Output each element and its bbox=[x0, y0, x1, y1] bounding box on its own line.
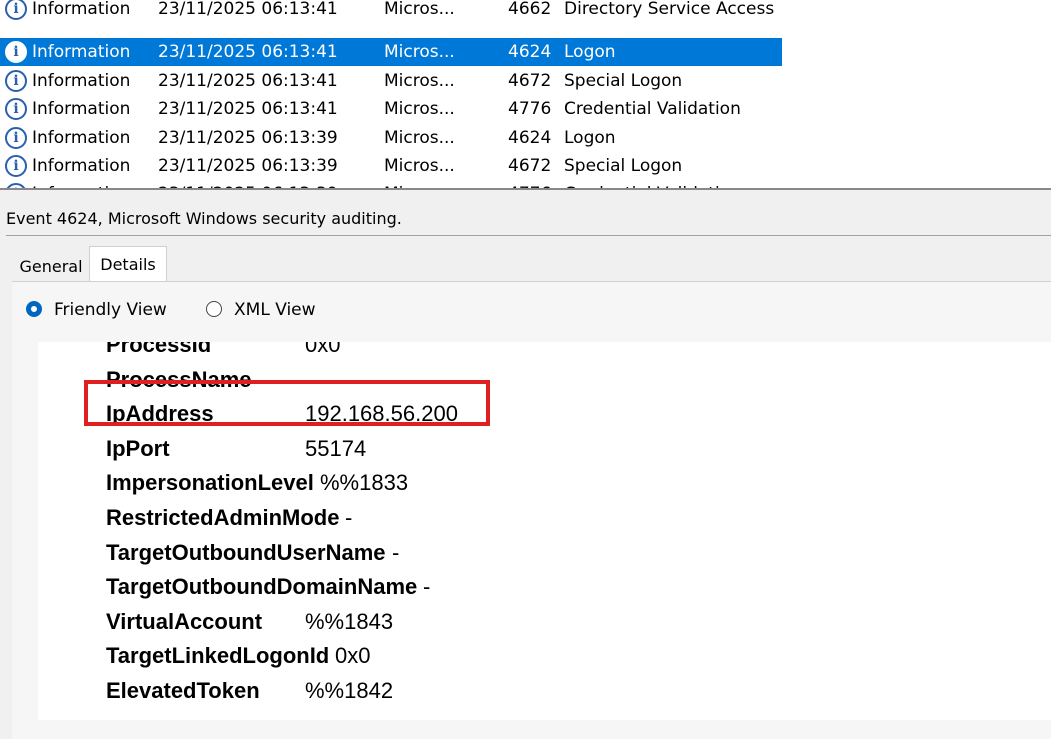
event-details-title: Event 4624, Microsoft Windows security a… bbox=[6, 209, 402, 228]
event-field-row: RestrictedAdminMode - bbox=[106, 503, 352, 534]
field-name: IpPort bbox=[106, 435, 170, 461]
information-icon: i bbox=[5, 155, 27, 177]
event-row[interactable]: i Information 23/11/2025 06:13:41 Micros...… bbox=[0, 0, 782, 23]
event-level: Information bbox=[32, 128, 131, 148]
event-field-row: TargetOutboundUserName - bbox=[106, 538, 399, 569]
event-level: Information bbox=[32, 71, 131, 91]
event-source: Micros... bbox=[384, 99, 455, 119]
field-name: ProcessId bbox=[106, 342, 212, 357]
field-value: - bbox=[345, 505, 353, 530]
radio-selected-icon bbox=[26, 301, 42, 317]
event-date: 23/11/2025 06:13:39 bbox=[158, 128, 338, 148]
tab-details[interactable]: Details bbox=[89, 246, 167, 283]
information-icon: i bbox=[5, 98, 27, 120]
event-source: Micros... bbox=[384, 128, 455, 148]
event-id: 4776 bbox=[508, 180, 551, 188]
event-date: 23/11/2025 06:13:39 bbox=[158, 180, 338, 188]
field-name: TargetOutboundDomainName bbox=[106, 574, 418, 600]
event-row[interactable]: i Information 23/11/2025 06:13:41 Micros...… bbox=[0, 95, 782, 123]
field-name: TargetOutboundUserName bbox=[106, 539, 386, 565]
field-value: %%1842 bbox=[305, 678, 394, 703]
event-task-category: Credential Validation bbox=[564, 180, 741, 188]
event-task-category: Special Logon bbox=[564, 71, 683, 91]
event-source: Micros... bbox=[384, 42, 455, 62]
event-list[interactable]: i Information 23/11/2025 06:13:41 Micros...… bbox=[0, 0, 1051, 188]
field-value: %%1833 bbox=[320, 470, 409, 496]
event-level: Information bbox=[32, 99, 131, 119]
pane-splitter[interactable] bbox=[0, 188, 1051, 200]
event-source: Micros... bbox=[384, 71, 455, 91]
xml-view-label: XML View bbox=[234, 300, 316, 320]
event-level: Information bbox=[32, 42, 131, 62]
field-value: 55174 bbox=[305, 435, 367, 461]
field-name: RestrictedAdminMode bbox=[106, 505, 340, 530]
event-source: Micros... bbox=[384, 0, 455, 19]
field-value: - bbox=[423, 574, 431, 600]
event-field-row: TargetOutboundDomainName - bbox=[106, 572, 430, 603]
event-source: Micros... bbox=[384, 156, 455, 176]
event-level: Information bbox=[32, 156, 131, 176]
event-date: 23/11/2025 06:13:41 bbox=[158, 71, 338, 91]
information-icon: i bbox=[5, 70, 27, 92]
radio-unselected-icon bbox=[206, 301, 222, 317]
event-id: 4662 bbox=[508, 0, 552, 19]
event-id: 4672 bbox=[508, 71, 552, 91]
field-name: VirtualAccount bbox=[106, 608, 263, 634]
event-id: 4624 bbox=[508, 128, 552, 148]
event-id: 4672 bbox=[508, 156, 552, 176]
event-id: 4776 bbox=[508, 99, 552, 119]
field-value: %%1843 bbox=[305, 608, 394, 634]
event-row[interactable]: iInformation 23/11/2025 06:13:39 Micros...… bbox=[0, 152, 782, 180]
event-source: Micros... bbox=[384, 180, 455, 188]
event-row[interactable]: i Information 23/11/2025 06:13:41 Micros...… bbox=[0, 38, 782, 66]
event-level: Information bbox=[32, 0, 131, 19]
event-field-row: ImpersonationLevel %%1833 bbox=[106, 468, 408, 499]
event-level: Information bbox=[32, 180, 130, 188]
event-task-category: Credential Validation bbox=[564, 99, 741, 119]
information-icon: i bbox=[5, 41, 27, 63]
information-icon: i bbox=[5, 0, 27, 20]
event-task-category: Logon bbox=[564, 42, 616, 62]
event-task-category: Directory Service Access bbox=[564, 0, 775, 19]
event-field-row: VirtualAccount %%1843 bbox=[106, 607, 393, 638]
ip-address-highlight bbox=[84, 380, 490, 426]
event-date: 23/11/2025 06:13:39 bbox=[158, 156, 338, 176]
event-field-row: ProcessId 0x0 bbox=[106, 342, 340, 361]
field-value: 0x0 bbox=[335, 643, 371, 669]
friendly-view-label: Friendly View bbox=[54, 300, 167, 320]
event-date: 23/11/2025 06:13:41 bbox=[158, 0, 338, 19]
event-row[interactable]: iInformation 23/11/2025 06:13:39 Micros...… bbox=[0, 124, 782, 152]
field-name: ElevatedToken bbox=[106, 678, 260, 703]
field-value: - bbox=[392, 539, 400, 565]
event-task-category: Logon bbox=[564, 128, 616, 148]
event-row[interactable]: i Information 23/11/2025 06:13:41 Micros...… bbox=[0, 67, 782, 95]
divider bbox=[6, 235, 1051, 236]
field-name: TargetLinkedLogonId bbox=[106, 643, 330, 669]
event-field-row: IpPort 55174 bbox=[106, 434, 366, 465]
event-task-category: Special Logon bbox=[564, 156, 683, 176]
tab-general[interactable]: General bbox=[14, 250, 88, 280]
event-id: 4624 bbox=[508, 42, 552, 62]
event-row[interactable]: iInformation23/11/2025 06:13:39Micros...… bbox=[0, 180, 782, 188]
event-field-row: TargetLinkedLogonId 0x0 bbox=[106, 641, 370, 672]
event-field-row: ElevatedToken %%1842 bbox=[106, 676, 393, 707]
event-date: 23/11/2025 06:13:41 bbox=[158, 99, 338, 119]
field-name: ImpersonationLevel bbox=[106, 470, 314, 496]
field-value: 0x0 bbox=[305, 342, 341, 357]
information-icon: i bbox=[5, 127, 27, 149]
event-date: 23/11/2025 06:13:41 bbox=[158, 42, 338, 62]
